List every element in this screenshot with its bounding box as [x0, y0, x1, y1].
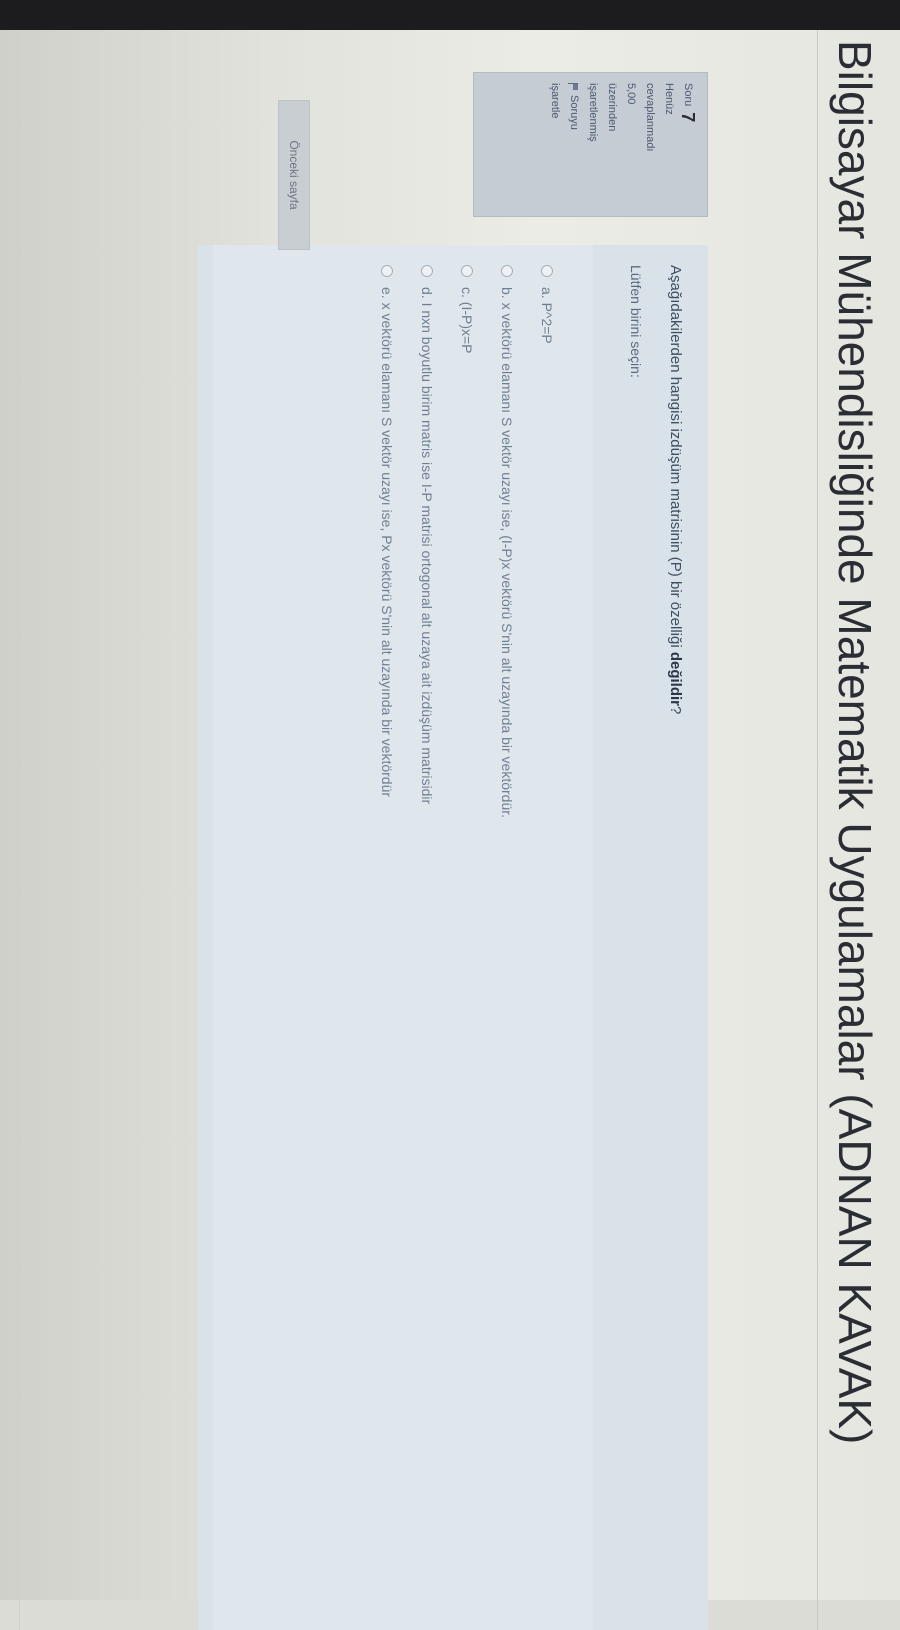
mark-line-1: 5,00	[625, 83, 637, 105]
question-label: Soru	[682, 83, 694, 107]
flag-line-1[interactable]: Soruyu	[564, 95, 583, 130]
answer-options: a. P^2=P b. x vektörü elamanı S vektör u…	[213, 245, 593, 1630]
radio-icon[interactable]	[461, 265, 473, 277]
mark-line-3: işaretlenmiş	[587, 83, 599, 142]
screen: Bilgisayar Mühendisliğinde Matematik Uyg…	[0, 30, 900, 1630]
option-e[interactable]: e. x vektörü elamanı S vektör uzayı ise,…	[379, 265, 395, 797]
flag-line-2[interactable]: işaretle	[545, 83, 564, 206]
question-text-start: Aşağıdakilerden hangisi izdüşüm matrisin…	[667, 265, 684, 652]
status-line-1: Henüz	[663, 83, 675, 115]
quiz-page: Bilgisayar Mühendisliğinde Matematik Uyg…	[0, 30, 900, 1630]
question-text-end: ?	[667, 706, 684, 715]
question-text: Aşağıdakilerden hangisi izdüşüm matrisin…	[667, 265, 684, 714]
previous-page-button[interactable]: Önceki sayfa	[278, 100, 310, 250]
page-edge-divider	[19, 30, 20, 1630]
option-b[interactable]: b. x vektörü elamanı S vektör uzayı ise,…	[499, 265, 515, 818]
question-number-value: 7	[678, 112, 698, 123]
title-divider	[817, 30, 818, 1630]
option-a[interactable]: a. P^2=P	[539, 265, 555, 344]
question-content: Aşağıdakilerden hangisi izdüşüm matrisin…	[198, 245, 708, 1630]
radio-icon[interactable]	[381, 265, 393, 277]
option-c[interactable]: c. (I-P)x=P	[459, 265, 475, 354]
question-info-panel: Soru 7 Henüz cevaplanmadı 5,00 üzerinden…	[473, 72, 708, 217]
radio-icon[interactable]	[541, 265, 553, 277]
option-e-label[interactable]: e. x vektörü elamanı S vektör uzayı ise,…	[379, 287, 395, 797]
page-title: Bilgisayar Mühendisliğinde Matematik Uyg…	[829, 40, 881, 1445]
answer-prompt: Lütfen birini seçin:	[628, 265, 644, 378]
radio-icon[interactable]	[421, 265, 433, 277]
option-c-label[interactable]: c. (I-P)x=P	[459, 287, 475, 354]
option-b-label[interactable]: b. x vektörü elamanı S vektör uzayı ise,…	[499, 287, 515, 818]
question-text-emphasis: değildir	[667, 651, 684, 707]
flag-question-link[interactable]: Soruyu	[564, 83, 583, 206]
question-number: Soru 7	[678, 83, 698, 206]
option-d[interactable]: d. I nxn boyutlu birim matris ise I-P ma…	[419, 265, 435, 804]
radio-icon[interactable]	[501, 265, 513, 277]
flag-icon[interactable]	[568, 83, 579, 92]
option-d-label[interactable]: d. I nxn boyutlu birim matris ise I-P ma…	[419, 287, 435, 804]
option-a-label[interactable]: a. P^2=P	[539, 287, 555, 344]
mark-line-2: üzerinden	[606, 83, 618, 132]
status-line-2: cevaplanmadı	[644, 83, 656, 152]
